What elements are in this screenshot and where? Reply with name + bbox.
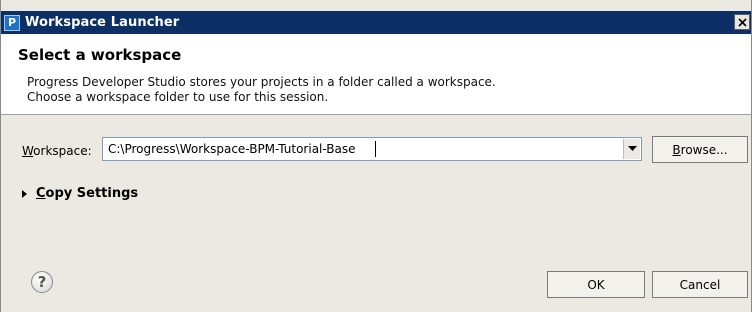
expand-triangle-icon <box>22 189 27 198</box>
workspace-input[interactable] <box>105 139 625 159</box>
copy-settings-toggle[interactable]: Copy Settings <box>22 186 138 201</box>
close-icon <box>737 17 747 27</box>
app-icon: P <box>4 14 20 31</box>
browse-button[interactable]: Browse... <box>652 136 748 163</box>
window-title: Workspace Launcher <box>25 15 180 30</box>
workspace-dropdown-button[interactable] <box>623 139 640 159</box>
workspace-combo[interactable] <box>102 137 642 161</box>
copy-settings-label: opy Settings <box>45 186 139 201</box>
copy-settings-mnemonic: C <box>36 186 46 201</box>
workspace-label-text: orkspace: <box>33 144 92 158</box>
close-button[interactable] <box>734 14 750 30</box>
title-bar: P Workspace Launcher <box>1 11 751 34</box>
header-banner: Select a workspace Progress Developer St… <box>1 34 751 115</box>
text-caret <box>375 141 376 157</box>
browse-label: rowse... <box>680 142 728 157</box>
help-icon[interactable]: ? <box>31 271 53 293</box>
description-line-2: Choose a workspace folder to use for thi… <box>27 90 329 104</box>
cancel-button[interactable]: Cancel <box>652 271 748 298</box>
workspace-label-mnemonic: W <box>22 144 34 158</box>
header-description: Progress Developer Studio stores your pr… <box>27 75 496 105</box>
ok-button[interactable]: OK <box>547 271 645 298</box>
workspace-label: Workspace: <box>22 144 92 158</box>
browse-mnemonic: B <box>672 142 681 157</box>
description-line-1: Progress Developer Studio stores your pr… <box>27 75 496 89</box>
page-title: Select a workspace <box>18 46 182 64</box>
chevron-down-icon <box>627 146 637 151</box>
workspace-launcher-dialog: P Workspace Launcher Select a workspace … <box>0 0 752 312</box>
